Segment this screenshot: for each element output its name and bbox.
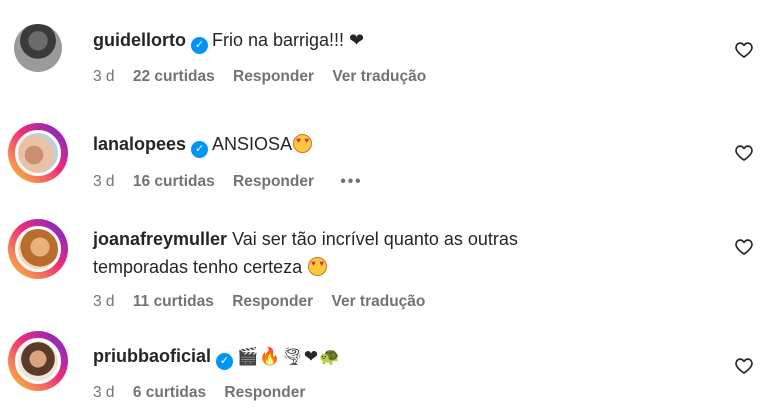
comment-meta: 3 d 16 curtidas Responder ••• <box>93 173 377 191</box>
avatar-photo <box>14 24 62 72</box>
comment-time[interactable]: 3 d <box>93 293 115 310</box>
comment-emoji-text: 🎬🔥🌪❤🐢 <box>237 347 342 366</box>
reply-button[interactable]: Responder <box>224 384 305 401</box>
reply-button[interactable]: Responder <box>233 173 314 190</box>
verified-badge-icon: ✓ <box>191 141 209 158</box>
comment-text-continued: temporadas tenho certeza <box>93 257 303 277</box>
comment-meta: 3 d 22 curtidas Responder Ver tradução <box>93 68 440 86</box>
more-options-button[interactable]: ••• <box>340 173 362 190</box>
verified-badge-icon: ✓ <box>191 37 208 54</box>
comment-time[interactable]: 3 d <box>93 68 115 85</box>
comment-meta: 3 d 11 curtidas Responder Ver tradução <box>93 293 439 311</box>
avatar-photo <box>15 338 61 384</box>
reply-button[interactable]: Responder <box>232 293 313 310</box>
heart-outline-icon[interactable] <box>733 38 755 60</box>
heart-outline-icon[interactable] <box>733 354 755 376</box>
heart-eyes-emoji-icon <box>308 257 328 276</box>
likes-count[interactable]: 11 curtidas <box>133 293 214 310</box>
comment-text: Frio na barriga!!! ❤ <box>212 30 365 50</box>
heart-outline-icon[interactable] <box>733 141 755 163</box>
comment-text: ANSIOSA <box>212 134 293 154</box>
avatar[interactable] <box>8 331 68 391</box>
comment-time[interactable]: 3 d <box>93 384 115 401</box>
reply-button[interactable]: Responder <box>233 68 314 85</box>
translate-button[interactable]: Ver tradução <box>332 68 426 85</box>
comment-text-line: lanalopees ✓ ANSIOSA <box>93 133 313 158</box>
username-link[interactable]: lanalopees <box>93 134 186 154</box>
comment-meta: 3 d 6 curtidas Responder <box>93 384 319 402</box>
comment-text-line: priubbaoficial ✓ 🎬🔥🌪❤🐢 <box>93 345 341 370</box>
likes-count[interactable]: 16 curtidas <box>133 173 215 190</box>
avatar[interactable] <box>8 18 68 78</box>
comment-text: Vai ser tão incrível quanto as outras <box>232 229 518 249</box>
username-link[interactable]: priubbaoficial <box>93 346 211 366</box>
username-link[interactable]: joanafreymuller <box>93 229 227 249</box>
verified-badge-icon: ✓ <box>216 353 234 370</box>
heart-eyes-emoji-icon <box>293 134 313 153</box>
avatar-photo <box>15 130 61 176</box>
avatar[interactable] <box>8 219 68 279</box>
comment-text-line: guidellorto ✓ Frio na barriga!!! ❤ <box>93 29 364 54</box>
avatar-photo <box>15 226 61 272</box>
comment-text-line: joanafreymuller Vai ser tão incrível qua… <box>93 228 518 250</box>
comment-time[interactable]: 3 d <box>93 173 115 190</box>
comment-text-line-2: temporadas tenho certeza <box>93 256 328 278</box>
likes-count[interactable]: 22 curtidas <box>133 68 215 85</box>
username-link[interactable]: guidellorto <box>93 30 186 50</box>
avatar[interactable] <box>8 123 68 183</box>
translate-button[interactable]: Ver tradução <box>331 293 425 310</box>
likes-count[interactable]: 6 curtidas <box>133 384 206 401</box>
heart-outline-icon[interactable] <box>733 235 755 257</box>
